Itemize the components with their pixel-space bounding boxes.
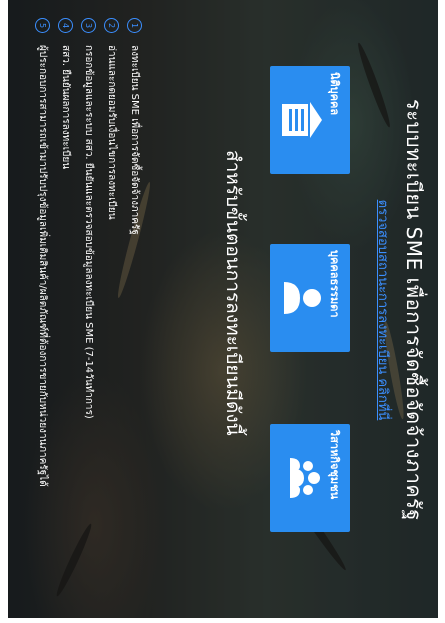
step-item: 2 อ่านและกดยอมรับเงื่อนไขการลงทะเบียน xyxy=(103,18,121,220)
individual-person-card[interactable]: บุคคลธรรมดา xyxy=(270,244,350,352)
step-number: 2 xyxy=(104,18,120,33)
community-icon xyxy=(290,458,320,498)
community-enterprise-card[interactable]: วิสาหกิจชุมชน xyxy=(270,424,350,532)
step-number: 4 xyxy=(58,18,74,33)
steps-title: สำหรับขั้นตอนการลงทะเบียนมีดังนี้ xyxy=(222,150,244,436)
step-text: สสว. ยืนยันผลการลงทะเบียน xyxy=(60,45,72,170)
building-icon xyxy=(282,102,322,138)
step-item: 5 ผู้ประกอบการสามารถเข้ามาปรับปรุงข้อมูล… xyxy=(34,18,52,487)
step-text: กรอกข้อมูลและระบบ สสว. ยืนยันและตรวจสอบข… xyxy=(83,45,95,419)
page-title: ระบบทะเบียน SME เพื่อการจัดซื้อจัดจ้างภา… xyxy=(402,99,426,521)
person-icon xyxy=(284,282,321,314)
check-status-link[interactable]: ตรวจสอบสถานะการลงทะเบียน คลิกที่นี่ xyxy=(373,70,394,550)
juristic-person-card[interactable]: นิติบุคคล xyxy=(270,66,350,174)
step-item: 1 ลงทะเบียน SME เพื่อการจัดซื้อจัดจ้างภา… xyxy=(126,18,144,235)
step-item: 4 สสว. ยืนยันผลการลงทะเบียน xyxy=(57,18,75,169)
step-item: 3 กรอกข้อมูลและระบบ สสว. ยืนยันและตรวจสอ… xyxy=(80,18,98,419)
card-label: วิสาหกิจชุมชน xyxy=(328,430,341,500)
page-stage: ระบบทะเบียน SME เพื่อการจัดซื้อจัดจ้างภา… xyxy=(8,0,438,618)
step-number: 3 xyxy=(81,18,97,33)
step-text: ผู้ประกอบการสามารถเข้ามาปรับปรุงข้อมูลเพ… xyxy=(37,45,49,487)
card-label: นิติบุคคล xyxy=(328,72,341,116)
step-text: อ่านและกดยอมรับเงื่อนไขการลงทะเบียน xyxy=(106,45,118,220)
card-label: บุคคลธรรมดา xyxy=(328,250,341,318)
step-number: 1 xyxy=(127,18,143,33)
landing-panel: ระบบทะเบียน SME เพื่อการจัดซื้อจัดจ้างภา… xyxy=(8,0,438,618)
step-number: 5 xyxy=(35,18,51,33)
step-text: ลงทะเบียน SME เพื่อการจัดซื้อจัดจ้างภาคร… xyxy=(129,45,141,235)
